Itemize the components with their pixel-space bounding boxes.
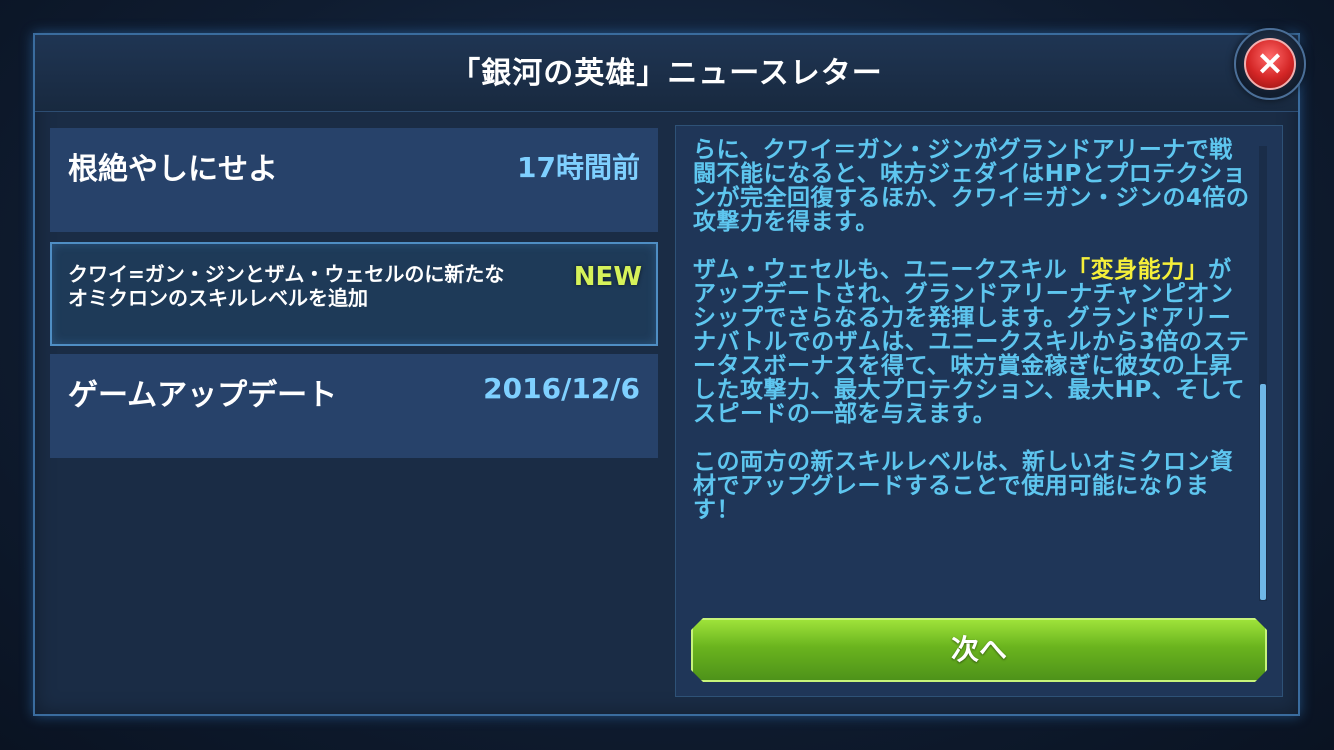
list-item-news-2[interactable]: クワイ=ガン・ジンとザム・ウェセルのに新たなオミクロンのスキルレベルを追加 NE… bbox=[50, 242, 658, 346]
news-item-title: クワイ=ガン・ジンとザム・ウェセルのに新たなオミクロンのスキルレベルを追加 bbox=[68, 262, 505, 310]
news-item-date: 2016/12/6 bbox=[483, 372, 640, 405]
detail-paragraph-2-pre: ザム・ウェセルも、ユニークスキル bbox=[693, 257, 1068, 283]
news-item-title: 根絶やしにせよ bbox=[68, 152, 278, 187]
close-button[interactable]: × bbox=[1234, 28, 1306, 100]
detail-scrollbar[interactable] bbox=[1259, 146, 1267, 601]
news-detail-panel: らに、クワイ＝ガン・ジンがグランドアリーナで戦闘不能になると、味方ジェダイはHP… bbox=[675, 125, 1283, 697]
news-item-title: ゲームアップデート bbox=[68, 378, 338, 413]
dialog-title: 「銀河の英雄」ニュースレター bbox=[450, 56, 883, 91]
detail-paragraph-2-post: がアップデートされ、グランドアリーナチャンピオンシップでさらなる力を発揮します。… bbox=[693, 257, 1250, 427]
list-item-news-1[interactable]: 根絶やしにせよ 17時間前 bbox=[50, 128, 658, 232]
new-badge: NEW bbox=[573, 262, 642, 292]
close-icon[interactable]: × bbox=[1244, 38, 1296, 90]
next-button[interactable]: 次へ bbox=[691, 618, 1267, 682]
detail-paragraph-1: らに、クワイ＝ガン・ジンがグランドアリーナで戦闘不能になると、味方ジェダイはHP… bbox=[693, 137, 1250, 235]
dialog-titlebar: 「銀河の英雄」ニュースレター bbox=[35, 35, 1298, 112]
list-item-news-3[interactable]: ゲームアップデート 2016/12/6 bbox=[50, 354, 658, 458]
news-item-time: 17時間前 bbox=[517, 151, 640, 184]
skill-name-highlight: 「変身能力」 bbox=[1067, 257, 1209, 283]
detail-paragraph-3: この両方の新スキルレベルは、新しいオミクロン資材でアップグレードすることで使用可… bbox=[693, 449, 1234, 523]
news-detail-body[interactable]: らに、クワイ＝ガン・ジンがグランドアリーナで戦闘不能になると、味方ジェダイはHP… bbox=[693, 138, 1253, 522]
scrollbar-thumb[interactable] bbox=[1260, 384, 1266, 600]
